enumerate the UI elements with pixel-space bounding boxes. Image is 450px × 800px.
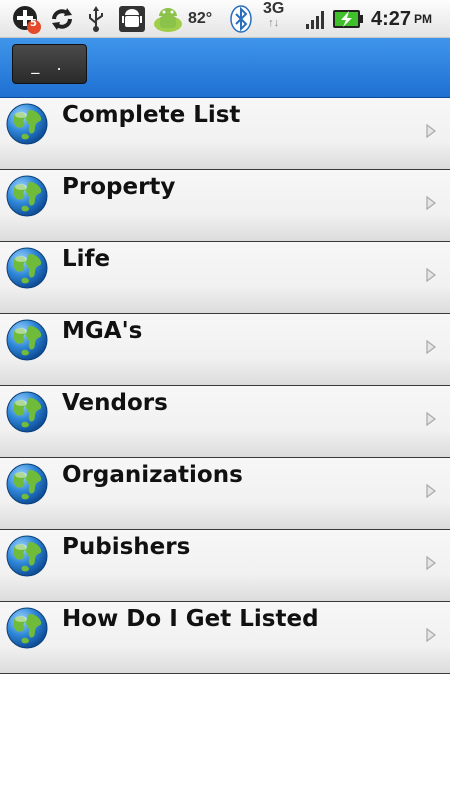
chevron-right-icon xyxy=(425,411,437,427)
globe-icon xyxy=(5,102,49,146)
battery-charging-icon xyxy=(332,0,364,38)
globe-icon xyxy=(5,390,49,434)
menu-item-how-do-i-get-listed[interactable]: How Do I Get Listed xyxy=(0,602,450,674)
menu-item-mga-s[interactable]: MGA's xyxy=(0,314,450,386)
menu-list: Complete List Property Life MGA's Vendors Org… xyxy=(0,98,450,674)
temperature: 82° xyxy=(188,10,213,27)
chevron-right-icon xyxy=(425,483,437,499)
globe-icon xyxy=(5,318,49,362)
globe-icon xyxy=(5,174,49,218)
menu-item-label: Property xyxy=(62,174,176,200)
menu-item-pubishers[interactable]: Pubishers xyxy=(0,530,450,602)
android-weather-icon xyxy=(150,0,186,38)
usb-icon xyxy=(86,0,106,38)
chevron-right-icon xyxy=(425,555,437,571)
chevron-right-icon xyxy=(425,123,437,139)
globe-icon xyxy=(5,462,49,506)
menu-item-label: MGA's xyxy=(62,318,143,344)
menu-item-label: Pubishers xyxy=(62,534,191,560)
globe-icon xyxy=(5,606,49,650)
network-type: 3G ↑↓ xyxy=(263,0,285,40)
network-arrows: ↑↓ xyxy=(268,17,280,29)
menu-item-label: Complete List xyxy=(62,102,241,128)
menu-item-property[interactable]: Property xyxy=(0,170,450,242)
globe-icon xyxy=(5,246,49,290)
sync-icon xyxy=(48,0,76,38)
chevron-right-icon xyxy=(425,195,437,211)
network-label: 3G xyxy=(263,0,285,17)
menu-item-label: Vendors xyxy=(62,390,168,416)
title-bar: _ . xyxy=(0,38,450,98)
menu-item-life[interactable]: Life xyxy=(0,242,450,314)
chevron-right-icon xyxy=(425,267,437,283)
add-notification-icon: 5 xyxy=(10,0,42,38)
clock-time: 4:27 xyxy=(371,7,412,30)
clock: 4:27 PM xyxy=(371,0,432,38)
bluetooth-icon xyxy=(230,0,252,38)
chevron-right-icon xyxy=(425,339,437,355)
back-button[interactable]: _ . xyxy=(12,44,87,84)
menu-item-label: Organizations xyxy=(62,462,243,488)
notification-badge-count: 5 xyxy=(30,18,37,29)
globe-icon xyxy=(5,534,49,578)
signal-strength-icon xyxy=(305,0,327,38)
back-button-label: _ . xyxy=(31,54,68,74)
android-debug-icon xyxy=(118,0,146,38)
clock-ampm: PM xyxy=(414,12,433,26)
menu-item-organizations[interactable]: Organizations xyxy=(0,458,450,530)
menu-item-label: Life xyxy=(62,246,111,272)
menu-item-label: How Do I Get Listed xyxy=(62,606,319,632)
status-bar: 5 82° 3G ↑↓ 4:27 PM xyxy=(0,0,450,38)
menu-item-complete-list[interactable]: Complete List xyxy=(0,98,450,170)
chevron-right-icon xyxy=(425,627,437,643)
menu-item-vendors[interactable]: Vendors xyxy=(0,386,450,458)
